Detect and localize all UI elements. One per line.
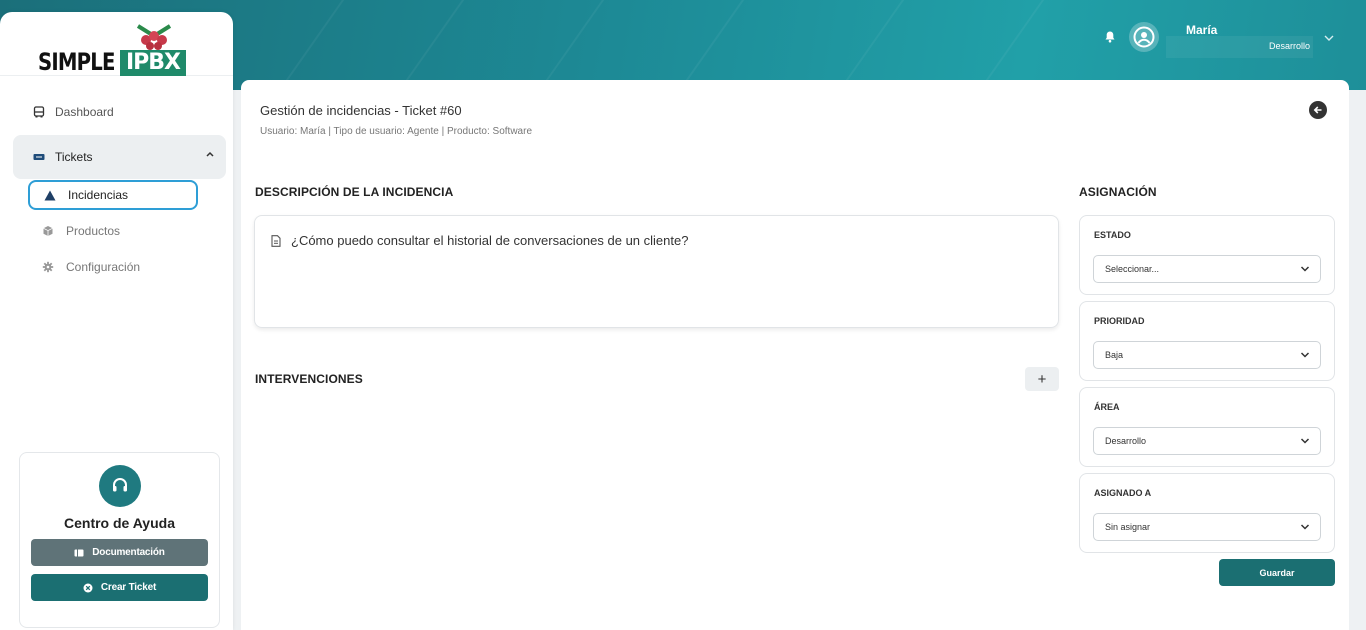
assignment-heading: ASIGNACIÓN bbox=[1079, 185, 1157, 199]
back-arrow-icon[interactable] bbox=[1309, 101, 1327, 119]
logo-box: IPBX bbox=[120, 50, 186, 76]
area-select[interactable]: Desarrollo bbox=[1093, 427, 1321, 455]
interventions-heading: INTERVENCIONES bbox=[255, 372, 363, 386]
sidebar-item-incidencias[interactable]: Incidencias bbox=[28, 180, 198, 210]
add-intervention-button[interactable]: + bbox=[1025, 367, 1059, 391]
area-value: Desarrollo bbox=[1105, 436, 1147, 446]
status-label: ESTADO bbox=[1094, 230, 1131, 240]
chevron-down-icon[interactable] bbox=[1323, 30, 1335, 41]
area-card: ÁREA Desarrollo bbox=[1079, 387, 1335, 467]
area-label: ÁREA bbox=[1094, 402, 1120, 412]
description-card: ¿Cómo puedo consultar el historial de co… bbox=[254, 215, 1059, 328]
page-title: Gestión de incidencias - Ticket #60 bbox=[260, 103, 462, 118]
create-ticket-label: Crear Ticket bbox=[100, 582, 157, 593]
status-value: Seleccionar... bbox=[1105, 264, 1160, 274]
sidebar-item-tickets[interactable]: Tickets bbox=[13, 135, 226, 179]
help-title: Centro de Ayuda bbox=[64, 515, 175, 531]
documentation-button[interactable]: Documentación bbox=[31, 539, 208, 566]
document-icon bbox=[271, 234, 281, 252]
assignee-card: ASIGNADO A Sin asignar bbox=[1079, 473, 1335, 553]
priority-select[interactable]: Baja bbox=[1093, 341, 1321, 369]
bell-icon[interactable] bbox=[1103, 30, 1117, 44]
chevron-down-icon bbox=[1300, 438, 1310, 444]
priority-label: PRIORIDAD bbox=[1094, 316, 1145, 326]
bus-icon bbox=[33, 106, 45, 118]
chevron-down-icon bbox=[1300, 352, 1310, 358]
sidebar-item-label: Configuración bbox=[66, 260, 141, 274]
assignee-label: ASIGNADO A bbox=[1094, 488, 1152, 498]
logo: SIMPLE IPBX bbox=[0, 12, 233, 76]
warning-icon bbox=[44, 189, 56, 201]
save-button[interactable]: Guardar bbox=[1219, 559, 1335, 586]
logo-text: SIMPLE bbox=[38, 48, 115, 76]
main-panel: Gestión de incidencias - Ticket #60 Usua… bbox=[241, 80, 1349, 630]
create-ticket-button[interactable]: Crear Ticket bbox=[31, 574, 208, 601]
sidebar-item-label: Dashboard bbox=[55, 105, 114, 119]
book-icon bbox=[74, 549, 84, 557]
assignee-value: Sin asignar bbox=[1105, 522, 1151, 532]
status-select[interactable]: Seleccionar... bbox=[1093, 255, 1321, 283]
assignee-select[interactable]: Sin asignar bbox=[1093, 513, 1321, 541]
priority-card: PRIORIDAD Baja bbox=[1079, 301, 1335, 381]
sidebar-item-label: Tickets bbox=[55, 150, 93, 164]
close-circle-icon bbox=[83, 583, 93, 593]
sidebar: SIMPLE IPBX Dashboard Tickets Incidencia… bbox=[0, 12, 233, 630]
status-card: ESTADO Seleccionar... bbox=[1079, 215, 1335, 295]
avatar[interactable] bbox=[1129, 22, 1159, 52]
ticket-icon bbox=[33, 151, 45, 163]
sidebar-item-label: Incidencias bbox=[68, 188, 129, 202]
help-center-card: Centro de Ayuda Documentación Crear Tick… bbox=[19, 452, 220, 628]
gear-icon bbox=[42, 261, 54, 273]
chevron-down-icon bbox=[1300, 266, 1310, 272]
logo-emblem-icon bbox=[136, 24, 172, 50]
description-heading: DESCRIPCIÓN DE LA INCIDENCIA bbox=[255, 185, 454, 199]
chevron-down-icon bbox=[1300, 524, 1310, 530]
page-subtitle: Usuario: María | Tipo de usuario: Agente… bbox=[260, 126, 533, 137]
documentation-label: Documentación bbox=[92, 547, 165, 558]
priority-value: Baja bbox=[1105, 350, 1124, 360]
sidebar-item-productos[interactable]: Productos bbox=[28, 216, 198, 246]
user-name: María bbox=[1186, 23, 1218, 37]
sidebar-item-configuracion[interactable]: Configuración bbox=[28, 252, 198, 282]
description-text: ¿Cómo puedo consultar el historial de co… bbox=[291, 233, 689, 248]
box-icon bbox=[42, 225, 54, 237]
headset-icon bbox=[99, 465, 141, 507]
user-role: Desarrollo bbox=[1269, 41, 1311, 51]
chevron-up-icon bbox=[206, 149, 214, 160]
sidebar-item-label: Productos bbox=[66, 224, 121, 238]
sidebar-item-dashboard[interactable]: Dashboard bbox=[13, 90, 226, 134]
